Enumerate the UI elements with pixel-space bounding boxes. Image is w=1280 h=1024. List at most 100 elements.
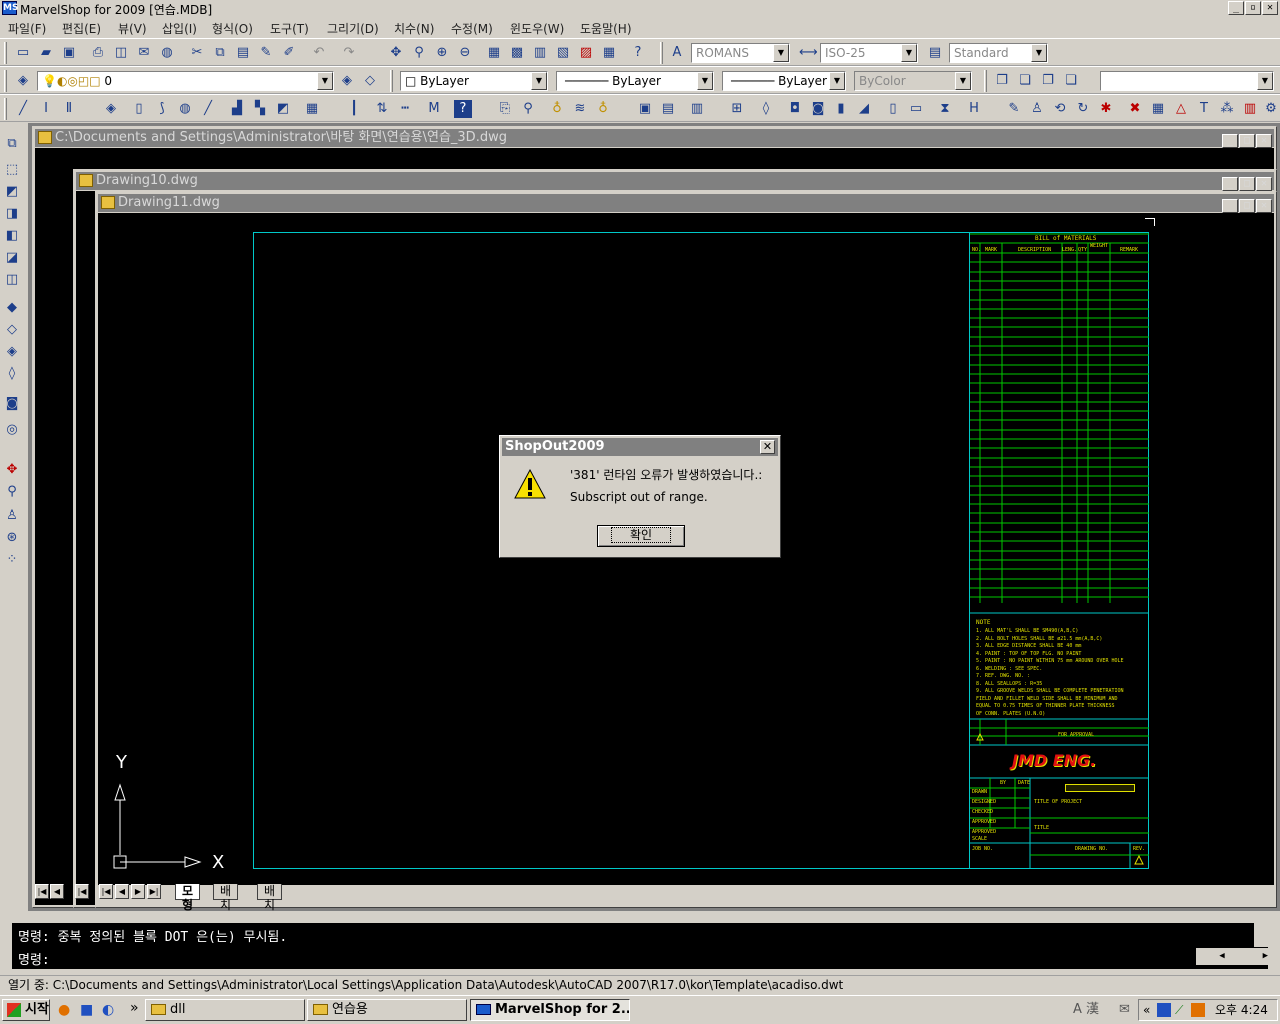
zoom-find-icon[interactable]: ⚲ — [519, 100, 537, 118]
zoom-3d-icon[interactable]: ⚲ — [3, 483, 21, 501]
text-edit-icon[interactable]: T — [1195, 100, 1213, 118]
view-top-icon[interactable]: ▤ — [659, 100, 677, 118]
pattern-icon[interactable]: ⁂ — [1218, 100, 1236, 118]
menu-draw[interactable]: 그리기(D) — [327, 20, 379, 37]
dim-linear-icon[interactable]: ┃ — [345, 100, 363, 118]
dim-style-select[interactable]: ISO-25 ▼ — [820, 43, 918, 63]
command-prompt[interactable]: 명령: — [18, 949, 50, 968]
workspace-select[interactable]: ▼ — [1100, 71, 1274, 91]
edit-icon[interactable]: ✎ — [1005, 100, 1023, 118]
open-icon[interactable]: ▰ — [37, 44, 55, 62]
brace-icon[interactable]: ◍ — [176, 100, 194, 118]
tab-layout1[interactable]: 배치1 — [213, 884, 239, 926]
table-icon[interactable]: ▦ — [303, 100, 321, 118]
beam-icon[interactable]: ▯ — [130, 100, 148, 118]
cascade-icon[interactable]: ❐ — [993, 72, 1011, 90]
bulb-icon[interactable]: ♁ — [548, 100, 566, 118]
toolbar-grip[interactable] — [984, 70, 987, 92]
detail-icon[interactable]: ♙ — [1028, 100, 1046, 118]
minimize-button[interactable]: _ — [1222, 177, 1238, 191]
tray-link-icon[interactable]: ⟋ — [1175, 1000, 1183, 1020]
plotstyle-select[interactable]: ByColor ▼ — [854, 71, 972, 91]
h-beam-icon[interactable]: H — [965, 100, 983, 118]
slope-icon[interactable]: ◢ — [855, 100, 873, 118]
erase-icon[interactable]: ✖ — [1126, 100, 1144, 118]
layer-select[interactable]: 💡◐◎◰□ 0 ▼ — [37, 71, 334, 91]
sheet-set-icon[interactable]: ▧ — [554, 44, 572, 62]
print-icon[interactable]: ⎙ — [89, 44, 107, 62]
dialog-close-button[interactable]: ✕ — [760, 440, 775, 454]
quick-launch-more-icon[interactable]: » — [130, 1000, 139, 1016]
markup-icon[interactable]: ▨ — [577, 44, 595, 62]
angle-icon[interactable]: ◘ — [786, 100, 804, 118]
tray-app-icon[interactable] — [1157, 1003, 1171, 1017]
walk-icon[interactable]: ♙ — [3, 507, 21, 525]
text-style-icon[interactable]: A — [668, 44, 686, 62]
iso-sw-icon[interactable]: ◆ — [3, 299, 21, 317]
chevron-down-icon[interactable]: ▼ — [697, 72, 713, 90]
maximize-button[interactable]: □ — [1239, 177, 1255, 191]
wedge-icon[interactable]: ◩ — [3, 183, 21, 201]
zoom-window-icon[interactable]: ⊕ — [433, 44, 451, 62]
connection-icon[interactable]: ◩ — [274, 100, 292, 118]
save-icon[interactable]: ▣ — [60, 44, 78, 62]
dim-aligned-icon[interactable]: ⇅ — [373, 100, 391, 118]
swivel-icon[interactable]: ⁘ — [3, 551, 21, 569]
linetype-select[interactable]: ────── ByLayer ▼ — [556, 71, 714, 91]
layer-previous-icon[interactable]: ◇ — [361, 72, 379, 90]
text-style-select[interactable]: ROMANS ▼ — [691, 43, 790, 63]
line-icon[interactable]: ╱ — [14, 100, 32, 118]
chevron-down-icon[interactable]: ▼ — [1257, 72, 1273, 90]
firefox-icon[interactable]: ● — [58, 1002, 70, 1018]
calculator-icon[interactable]: ▦ — [600, 44, 618, 62]
zoom-previous-icon[interactable]: ⊖ — [456, 44, 474, 62]
menu-tools[interactable]: 도구(T) — [270, 20, 309, 37]
toolbar-grip[interactable] — [4, 98, 7, 120]
toolbar-grip[interactable] — [660, 42, 663, 64]
close-button[interactable]: ✕ — [1256, 199, 1272, 213]
chevron-down-icon[interactable]: ▼ — [1031, 44, 1047, 62]
view-side-icon[interactable]: ▥ — [688, 100, 706, 118]
match-properties-icon[interactable]: ✎ — [257, 44, 275, 62]
first-tab-button[interactable]: |◀ — [99, 884, 113, 899]
triangle-icon[interactable]: △ — [1172, 100, 1190, 118]
block-editor-icon[interactable]: ✐ — [280, 44, 298, 62]
grid-icon[interactable]: ▥ — [1241, 100, 1259, 118]
iso-nw-icon[interactable]: ◊ — [3, 365, 21, 383]
last-tab-button[interactable]: ▶| — [147, 884, 161, 899]
undo-icon[interactable]: ↶ — [310, 44, 328, 62]
document-title-bar[interactable]: Drawing11.dwg _ □ ✕ — [98, 194, 1274, 213]
start-button[interactable]: 시작 — [2, 999, 50, 1021]
mtext-icon[interactable]: Ⅱ — [60, 100, 78, 118]
chart-icon[interactable]: ▦ — [1149, 100, 1167, 118]
find-icon[interactable]: ⎘ — [496, 100, 514, 118]
cube-front-icon[interactable]: ◨ — [3, 205, 21, 223]
iso-se-icon[interactable]: ◇ — [3, 321, 21, 339]
prev-tab-button[interactable]: ◀ — [50, 884, 64, 899]
weld-icon[interactable]: ◊ — [757, 100, 775, 118]
box-3d-icon[interactable]: ⬚ — [3, 161, 21, 179]
properties-icon[interactable]: ▦ — [485, 44, 503, 62]
tray-expand-icon[interactable]: « — [1143, 1000, 1150, 1020]
clock[interactable]: 오후 4:24 — [1215, 1000, 1268, 1020]
tile-horizontal-icon[interactable]: ❏ — [1016, 72, 1034, 90]
tile-vertical-icon[interactable]: ❐ — [1039, 72, 1057, 90]
publish-icon[interactable]: ✉ — [135, 44, 153, 62]
h-section-icon[interactable]: ⧗ — [936, 100, 954, 118]
tee-icon[interactable]: ◙ — [809, 100, 827, 118]
view-front-icon[interactable]: ▣ — [636, 100, 654, 118]
query-icon[interactable]: ? — [454, 100, 472, 118]
menu-help[interactable]: 도움말(H) — [580, 20, 632, 37]
settings-icon[interactable]: ⚙ — [1262, 100, 1280, 118]
chevron-down-icon[interactable]: ▼ — [829, 72, 845, 90]
chevron-down-icon[interactable]: ▼ — [531, 72, 547, 90]
document-title-bar[interactable]: Drawing10.dwg _ □ ✕ — [76, 172, 1274, 191]
ie-icon[interactable]: ◐ — [102, 1002, 114, 1018]
ok-button[interactable]: 확인 — [597, 525, 685, 547]
menu-insert[interactable]: 삽입(I) — [162, 20, 197, 37]
menu-edit[interactable]: 편집(E) — [62, 20, 101, 37]
next-tab-button[interactable]: ▶ — [131, 884, 145, 899]
dim-continue-icon[interactable]: ┅ — [396, 100, 414, 118]
prev-tab-button[interactable]: ◀ — [115, 884, 129, 899]
zoom-realtime-icon[interactable]: ⚲ — [410, 44, 428, 62]
